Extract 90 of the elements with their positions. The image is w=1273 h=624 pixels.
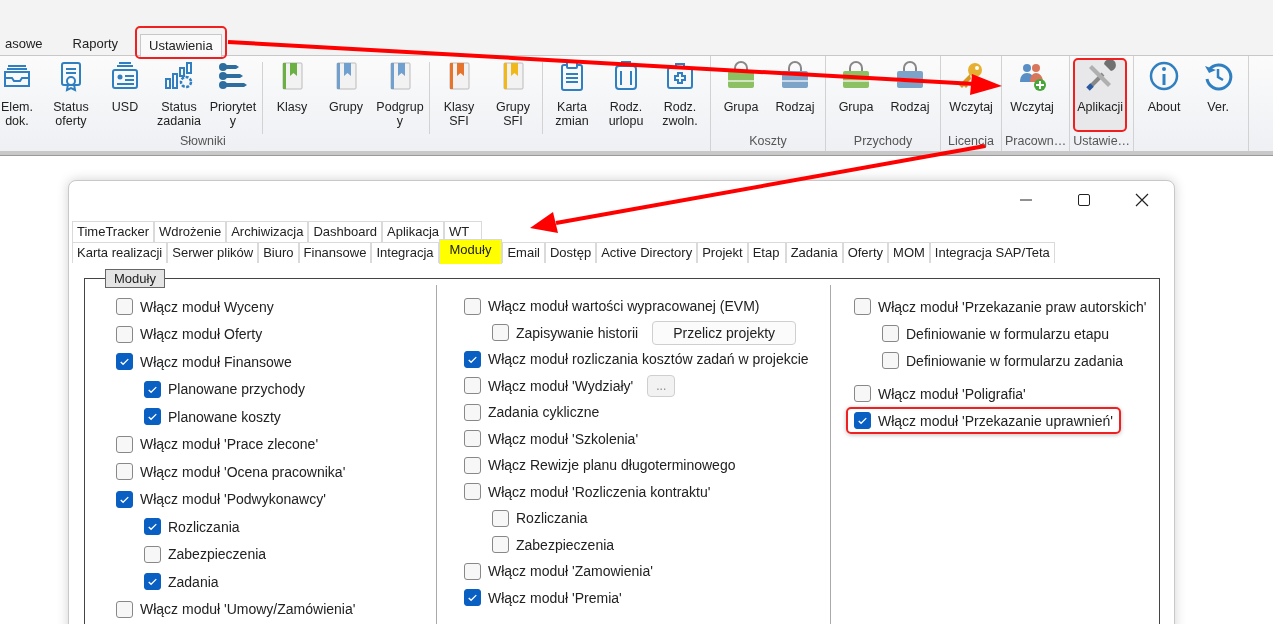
checkbox-option[interactable]: Włącz moduł Finansowe [108, 348, 300, 376]
dialog-tab[interactable]: Biuro [258, 242, 299, 263]
dialog-tab[interactable]: Integracja [371, 242, 439, 263]
ribbon-button[interactable]: Elem. dok. [0, 58, 44, 132]
ribbon-button[interactable]: Rodz. urlopu [599, 58, 653, 132]
checkbox-option[interactable]: Definiowanie w formularzu etapu [874, 320, 1118, 347]
bar-chart-icon [163, 60, 195, 92]
checkbox-option[interactable]: Zabezpieczenia [136, 540, 275, 568]
ribbon-button[interactable]: USD [98, 58, 152, 132]
group-label: Koszty [749, 134, 787, 150]
history-icon [1202, 60, 1235, 92]
ribbon-button[interactable]: Status zadania [152, 58, 206, 132]
ribbon-button[interactable]: Rodzaj [883, 58, 937, 132]
ribbon-button[interactable]: Klasy SFI [432, 58, 486, 132]
ribbon-button[interactable]: Grupa [714, 58, 768, 132]
checkbox-option[interactable]: Włącz moduł 'Wydziały' [456, 372, 642, 400]
group-label: Przychody [853, 134, 913, 150]
dialog-tab[interactable]: Email [502, 242, 545, 263]
checkbox-option[interactable]: Zapisywanie historii [484, 319, 647, 347]
checkbox-option[interactable]: Włącz moduł 'Prace zlecone' [108, 430, 327, 458]
checkbox-option[interactable]: Włącz moduł 'Rozliczenia kontraktu' [456, 478, 719, 506]
group-label: Licencja [948, 134, 994, 150]
checkbox-option[interactable]: Włącz moduł rozliczania kosztów zadań w projekcie [456, 345, 817, 373]
dialog-tab[interactable]: Dashboard [308, 221, 382, 242]
checkbox-option[interactable]: Włącz moduł wartości wypracowanej (EVM) [456, 292, 768, 320]
ribbon-button[interactable]: Aplikacji [1073, 58, 1128, 132]
checkbox-option[interactable]: Rozliczania [136, 513, 248, 541]
dialog-tab[interactable]: Serwer plików [167, 242, 259, 263]
dialog-tab[interactable]: Karta realizacji [72, 242, 168, 263]
close-icon[interactable] [1134, 192, 1150, 208]
ribbon-tab[interactable]: asowe [0, 28, 56, 55]
ribbon-button[interactable]: Klasy [265, 58, 319, 132]
group-label: Ustawie… [1073, 134, 1131, 150]
ribbon-button[interactable]: Rodzaj [768, 58, 822, 132]
dialog-tab[interactable]: Wdrożenie [154, 221, 227, 242]
ribbon-button[interactable]: About [1137, 58, 1192, 132]
dialog-tab[interactable]: Integracja SAP/Teta [929, 242, 1055, 263]
id-card-icon [109, 60, 141, 92]
info-icon [1148, 60, 1181, 92]
checkbox-option[interactable]: Włącz moduł 'Poligrafia' [846, 380, 1034, 407]
dialog-tab[interactable]: Projekt [697, 242, 748, 263]
checkbox-option[interactable]: Włącz moduł 'Zamowienia' [456, 557, 661, 585]
checkbox-option[interactable]: Włącz moduł Oferty [108, 320, 271, 348]
dialog-tab[interactable]: Zadania [785, 242, 843, 263]
ribbon-tab[interactable]: Raporty [59, 28, 132, 55]
dialog-tab[interactable]: Oferty [842, 242, 889, 263]
ribbon-button[interactable]: Grupy [319, 58, 373, 132]
checkbox-option[interactable]: Włącz moduł 'Podwykonawcy' [108, 485, 334, 513]
dialog-tab[interactable]: Etap [747, 242, 786, 263]
checkbox-option[interactable]: Zabezpieczenia [484, 531, 623, 559]
group-label: Pracown… [1005, 134, 1067, 150]
checkbox-option[interactable]: Zadania cykliczne [456, 398, 608, 426]
checkbox-option[interactable]: Definiowanie w formularzu zadania [874, 347, 1132, 374]
dialog-tab[interactable]: TimeTracker [72, 221, 154, 242]
maximize-icon[interactable] [1076, 192, 1092, 208]
ribbon-button[interactable]: Grupa [829, 58, 883, 132]
ribbon-button[interactable]: Ver. [1191, 58, 1246, 132]
numbered-list-icon [217, 60, 249, 92]
checkbox-option[interactable]: Zadania [136, 568, 227, 596]
ribbon-button[interactable]: Status oferty [44, 58, 98, 132]
checkbox-option[interactable]: Włącz moduł 'Umowy/Zamówienia' [108, 595, 364, 623]
tools-icon [1084, 60, 1117, 92]
checkbox-option[interactable]: Włącz moduł 'Premia' [456, 584, 630, 612]
group-title: Moduły [105, 269, 165, 288]
checkbox-option[interactable]: Włącz moduł 'Przekazanie praw autorskich' [846, 293, 1155, 320]
ribbon-button[interactable]: Priorytet y [206, 58, 260, 132]
ribbon-tab[interactable]: Ustawienia [135, 26, 227, 59]
ribbon-button[interactable]: Podgrup y [373, 58, 427, 132]
group-label: Słowniki [180, 134, 226, 150]
ribbon-button[interactable]: Grupy SFI [486, 58, 540, 132]
dialog-tab[interactable]: Dostęp [544, 242, 597, 263]
ribbon-button[interactable]: Karta zmian [545, 58, 599, 132]
checkbox-option[interactable]: Planowane koszty [136, 403, 289, 431]
checkbox-option[interactable]: Włącz moduł 'Ocena pracownika' [108, 458, 354, 486]
dialog-button[interactable]: Przelicz projekty [652, 320, 797, 345]
dialog-tab[interactable]: Archiwizacja [226, 221, 309, 242]
checkbox-option[interactable]: Rozliczania [484, 504, 596, 532]
checkbox-option[interactable]: Włącz Rewizje planu długoterminowego [456, 451, 744, 479]
ribbon-button[interactable]: Rodz. zwoln. [653, 58, 707, 132]
first-aid-kit-icon [664, 60, 696, 92]
checkbox-option[interactable]: Włącz moduł 'Szkolenia' [456, 425, 647, 453]
checkbox-option[interactable]: Planowane przychody [136, 375, 313, 403]
ribbon-button[interactable]: Wczytaj [1005, 58, 1059, 132]
dialog-tab[interactable]: Moduły [438, 239, 503, 264]
dialog-tab[interactable]: Aplikacja [382, 221, 444, 242]
checkbox-option[interactable]: Włącz moduł Wyceny [108, 293, 282, 321]
dialog-tab[interactable]: Finansowe [298, 242, 372, 263]
dialog-tab[interactable]: Active Directory [596, 242, 698, 263]
dialog-tab[interactable]: MOM [888, 242, 930, 263]
checkbox-option[interactable]: Włącz moduł 'Przekazanie uprawnień' [846, 407, 1121, 434]
